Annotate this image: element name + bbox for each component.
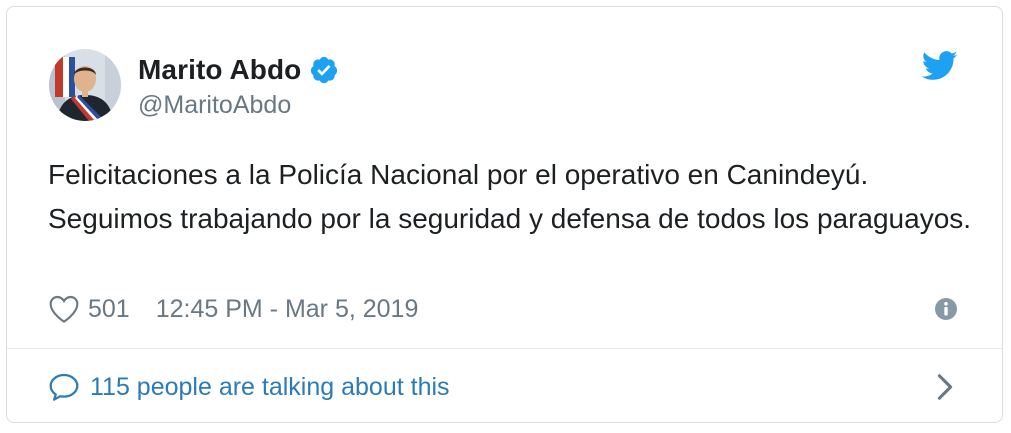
avatar-image xyxy=(49,49,121,121)
chevron-right-icon[interactable] xyxy=(936,373,954,401)
conversation-text[interactable]: 115 people are talking about this xyxy=(90,373,450,402)
author-display-name[interactable]: Marito Abdo xyxy=(138,54,301,86)
like-count: 501 xyxy=(88,294,130,323)
like-button[interactable]: 501 xyxy=(48,294,130,324)
divider xyxy=(7,348,1002,349)
conversation-link[interactable]: 115 people are talking about this xyxy=(48,369,450,405)
avatar[interactable] xyxy=(49,49,121,121)
info-icon[interactable] xyxy=(934,297,958,321)
verified-badge-icon xyxy=(311,56,338,84)
tweet-text: Felicitaciones a la Policía Nacional por… xyxy=(48,159,972,234)
tweet-meta-row: 501 12:45 PM - Mar 5, 2019 xyxy=(48,291,418,327)
author-name-row[interactable]: Marito Abdo xyxy=(138,53,339,87)
author-handle[interactable]: @MaritoAbdo xyxy=(138,91,291,120)
tweet-card: Marito Abdo @MaritoAbdo Felicitaciones a… xyxy=(6,6,1003,423)
tweet-timestamp[interactable]: 12:45 PM - Mar 5, 2019 xyxy=(156,295,419,324)
heart-icon xyxy=(49,295,79,323)
speech-bubble-icon xyxy=(49,373,79,401)
twitter-bird-icon[interactable] xyxy=(922,51,958,81)
